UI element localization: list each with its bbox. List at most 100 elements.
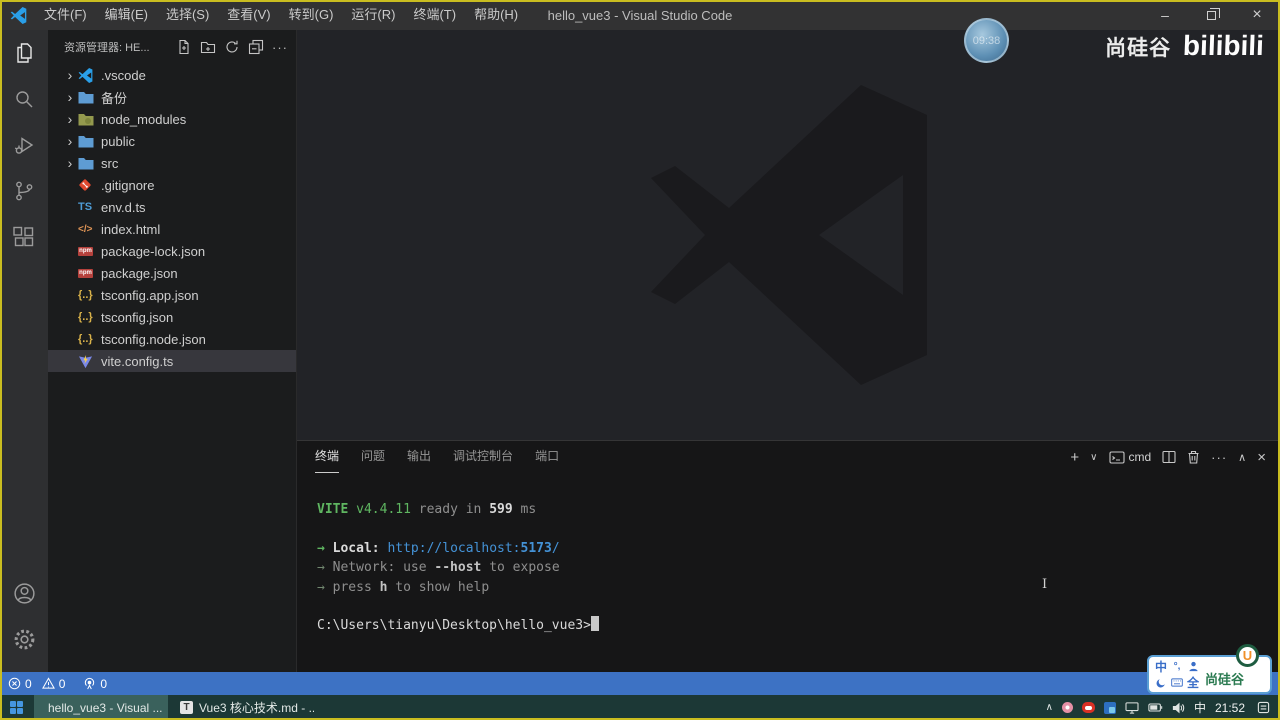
tray-hidden-icons-chevron[interactable]: ∧ <box>1046 702 1053 713</box>
tray-app-flower-icon[interactable] <box>1061 702 1073 713</box>
explorer-icon[interactable] <box>0 30 48 76</box>
file-name: 备份 <box>101 90 128 106</box>
ime-user-icon[interactable] <box>1188 661 1199 672</box>
panel-tab-inactive[interactable]: 端口 <box>535 441 559 473</box>
tree-item[interactable]: › .vscode <box>48 64 296 86</box>
extensions-icon[interactable] <box>0 214 48 260</box>
file-name: tsconfig.app.json <box>101 287 199 303</box>
menu-item[interactable]: 选择(S) <box>157 0 218 30</box>
file-tree: › .vscode › 备份 › node_modules › public › src .giti… <box>48 64 296 372</box>
menu-item[interactable]: 转到(G) <box>280 0 343 30</box>
panel-tab-active[interactable]: 终端 <box>315 441 340 473</box>
file-name: src <box>101 155 119 171</box>
more-actions-icon[interactable]: ··· <box>272 40 288 55</box>
tree-item[interactable]: {..} tsconfig.app.json <box>48 284 296 306</box>
desktop-screen: 文件(F) 编辑(E) 选择(S) 查看(V) 转到(G) 运行(R) 终端(T) 帮助(H)… <box>0 0 1280 720</box>
folder-file-icon <box>78 135 98 148</box>
new-terminal-icon[interactable]: + <box>1070 449 1079 466</box>
new-folder-icon[interactable] <box>200 39 216 55</box>
panel-tab-inactive[interactable]: 输出 <box>407 441 431 473</box>
windows-logo-icon <box>10 700 24 715</box>
run-debug-icon[interactable] <box>0 122 48 168</box>
menu-item[interactable]: 查看(V) <box>218 0 279 30</box>
clock[interactable]: 21:52 <box>1215 701 1245 715</box>
typora-icon: T <box>180 701 193 714</box>
trash-icon[interactable] <box>1187 450 1200 464</box>
panel-tab-inactive[interactable]: 问题 <box>361 441 385 473</box>
split-terminal-icon[interactable] <box>1162 450 1176 464</box>
collapse-folders-icon[interactable] <box>248 39 264 55</box>
new-file-icon[interactable] <box>176 39 192 55</box>
speaker-icon[interactable] <box>1172 702 1185 714</box>
refresh-icon[interactable] <box>224 39 240 55</box>
menu-item[interactable]: 运行(R) <box>342 0 404 30</box>
tree-item[interactable]: .gitignore <box>48 174 296 196</box>
tray-app-red-icon[interactable] <box>1081 702 1095 713</box>
terminal-line: VITE v4.4.11 ready in 599 ms <box>317 502 537 517</box>
tree-item[interactable]: › src <box>48 152 296 174</box>
tree-item[interactable]: › node_modules <box>48 108 296 130</box>
broadcast-icon <box>85 677 95 690</box>
ime-keyboard-icon[interactable] <box>1171 678 1183 687</box>
ime-moon-icon[interactable] <box>1156 678 1166 688</box>
network-display-icon[interactable] <box>1125 701 1139 714</box>
editor-empty-area <box>297 30 1280 440</box>
chevron-right-icon: › <box>67 111 73 127</box>
menu-item[interactable]: 帮助(H) <box>465 0 527 30</box>
ime-punctuation[interactable]: °, <box>1174 661 1181 672</box>
npm-file-icon: npm <box>78 246 93 256</box>
terminal-dropdown-icon[interactable]: ∨ <box>1090 452 1097 463</box>
tree-item[interactable]: TS env.d.ts <box>48 196 296 218</box>
restore-icon <box>1206 7 1220 20</box>
battery-icon[interactable] <box>1148 702 1163 713</box>
source-control-icon[interactable] <box>0 168 48 214</box>
close-panel-icon[interactable]: × <box>1257 449 1266 466</box>
ime-mode-chinese[interactable]: 中 <box>1155 658 1167 675</box>
tree-item[interactable]: {..} tsconfig.json <box>48 306 296 328</box>
close-button[interactable]: × <box>1234 0 1280 30</box>
ime-fullwidth[interactable]: 全 <box>1187 674 1199 691</box>
restore-button[interactable] <box>1188 0 1234 30</box>
maximize-panel-icon[interactable]: ∧ <box>1238 451 1246 464</box>
tree-item[interactable]: npm package.json <box>48 262 296 284</box>
titlebar: 文件(F) 编辑(E) 选择(S) 查看(V) 转到(G) 运行(R) 终端(T) 帮助(H)… <box>0 0 1280 30</box>
terminal-output[interactable]: I VITE v4.4.11 ready in 599 ms → Local: … <box>297 473 1280 636</box>
tree-item[interactable]: </> index.html <box>48 218 296 240</box>
file-name: package-lock.json <box>101 243 206 259</box>
atguigu-logo-badge: U <box>1236 644 1259 667</box>
taskbar-item-vscode[interactable]: hello_vue3 - Visual ... <box>34 695 168 720</box>
ime-brand-label: 尚硅谷 <box>1205 672 1245 687</box>
tree-item[interactable]: › public <box>48 130 296 152</box>
ts-file-icon: TS <box>78 201 93 213</box>
vscode-watermark-icon <box>650 85 927 385</box>
tree-item[interactable]: vite.config.ts <box>48 350 296 372</box>
menu-item[interactable]: 编辑(E) <box>96 0 157 30</box>
notification-center-icon[interactable] <box>1257 701 1270 714</box>
search-icon[interactable] <box>0 76 48 122</box>
file-name: tsconfig.node.json <box>101 331 206 347</box>
problems-status[interactable]: 0 0 <box>8 677 65 691</box>
menu-item[interactable]: 终端(T) <box>404 0 465 30</box>
account-icon[interactable] <box>0 570 48 616</box>
menu-item[interactable]: 文件(F) <box>35 0 96 30</box>
settings-gear-icon[interactable] <box>0 616 48 662</box>
ports-status[interactable]: 0 <box>83 677 107 691</box>
system-tray: ∧ 中 21:52 <box>1046 699 1280 716</box>
panel-tab-inactive[interactable]: 调试控制台 <box>453 441 513 473</box>
panel-more-icon[interactable]: ··· <box>1211 450 1227 465</box>
folder-olive-file-icon <box>78 113 98 126</box>
tray-app-blue-icon[interactable] <box>1103 701 1116 714</box>
tree-item[interactable]: npm package-lock.json <box>48 240 296 262</box>
terminal-panel: 终端 问题 输出 调试控制台 端口 + ∨ cmd ··· ∧ × I VITE… <box>297 440 1280 672</box>
status-bar: 0 0 0 <box>0 672 1280 695</box>
chevron-right-icon: › <box>67 133 73 149</box>
vite-file-icon <box>78 354 98 369</box>
ime-indicator[interactable]: 中 <box>1194 699 1206 716</box>
tree-item[interactable]: › 备份 <box>48 86 296 108</box>
tree-item[interactable]: {..} tsconfig.node.json <box>48 328 296 350</box>
file-name: env.d.ts <box>101 199 146 215</box>
taskbar-item-typora[interactable]: T Vue3 核心技术.md - ... <box>172 695 314 720</box>
start-button[interactable] <box>0 695 34 720</box>
minimize-button[interactable]: – <box>1142 0 1188 30</box>
shell-type[interactable]: cmd <box>1108 450 1151 464</box>
